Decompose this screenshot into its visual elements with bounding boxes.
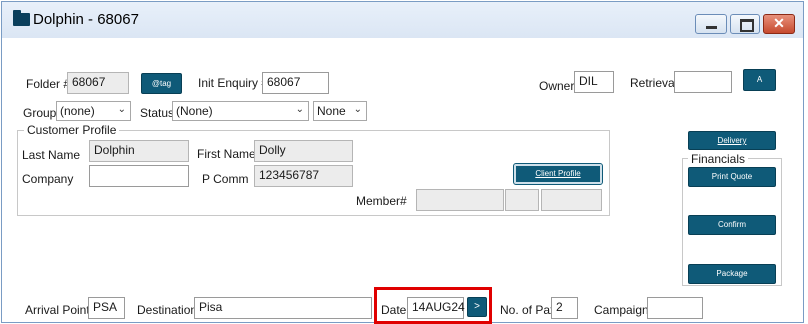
owner-field[interactable]: DIL (574, 71, 614, 93)
company-label: Company (22, 172, 74, 186)
first-name-field[interactable]: Dolly (254, 140, 353, 162)
minimize-icon (706, 26, 717, 29)
init-enquiry-field[interactable]: 68067 (262, 72, 329, 94)
delivery-button[interactable]: Delivery (688, 131, 776, 150)
retrieval-label: Retrieval (630, 76, 678, 90)
pcomm-label: P Comm (202, 172, 249, 186)
maximize-icon (740, 19, 754, 32)
status-label: Status (140, 106, 175, 120)
last-name-label: Last Name (22, 148, 81, 162)
folder-icon (13, 10, 30, 26)
owner-label: Owner (539, 79, 575, 93)
print-quote-button[interactable]: Print Quote (688, 167, 776, 187)
confirm-button[interactable]: Confirm (688, 215, 776, 235)
maximize-button[interactable] (730, 14, 760, 34)
close-button[interactable]: ✕ (763, 14, 795, 34)
pax-label: No. of Pax (500, 303, 557, 317)
chevron-down-icon: ⌄ (117, 104, 126, 115)
folder-label: Folder # (26, 77, 71, 91)
pax-field[interactable]: 2 (551, 297, 578, 319)
a-button[interactable]: A (743, 69, 776, 91)
destination-label: Destination (137, 303, 198, 317)
group-label: Group (23, 106, 57, 120)
none-select[interactable]: None ⌄ (313, 101, 367, 121)
minimize-button[interactable] (695, 14, 727, 34)
close-icon: ✕ (773, 15, 785, 31)
member-field-1[interactable] (416, 189, 504, 211)
date-label: Date (381, 303, 407, 317)
member-field-2[interactable] (505, 189, 539, 211)
window-title: Dolphin - 68067 (33, 11, 139, 28)
campaign-field[interactable] (647, 297, 703, 319)
group-select[interactable]: (none) ⌄ (56, 101, 131, 121)
tag-button[interactable]: @tag (141, 73, 182, 94)
client-profile-button[interactable]: Client Profile (513, 163, 603, 185)
arrival-point-field[interactable]: PSA (88, 297, 125, 319)
destination-field[interactable]: Pisa (194, 297, 372, 319)
financials-title: Financials (688, 152, 749, 166)
member-label: Member# (356, 194, 407, 208)
package-button[interactable]: Package (688, 264, 776, 284)
last-name-field[interactable]: Dolphin (89, 140, 189, 162)
date-field[interactable]: 14AUG24 (407, 297, 465, 319)
date-picker-button[interactable]: > (467, 297, 487, 317)
retrieval-field[interactable] (674, 71, 732, 93)
title-bar: Dolphin - 68067 ✕ (2, 2, 803, 38)
company-field[interactable] (89, 165, 189, 187)
pcomm-field[interactable]: 123456787 (254, 165, 353, 187)
member-field-3[interactable] (541, 189, 602, 211)
init-enquiry-label: Init Enquiry # (198, 76, 269, 90)
chevron-down-icon: ⌄ (295, 104, 304, 115)
campaign-label: Campaign (594, 303, 649, 317)
chevron-down-icon: ⌄ (353, 104, 362, 115)
customer-profile-title: Customer Profile (24, 123, 120, 137)
folder-field[interactable]: 68067 (67, 72, 129, 94)
status-select[interactable]: (None) ⌄ (172, 101, 309, 121)
arrival-point-label: Arrival Point (25, 303, 90, 317)
first-name-label: First Name (197, 147, 256, 161)
